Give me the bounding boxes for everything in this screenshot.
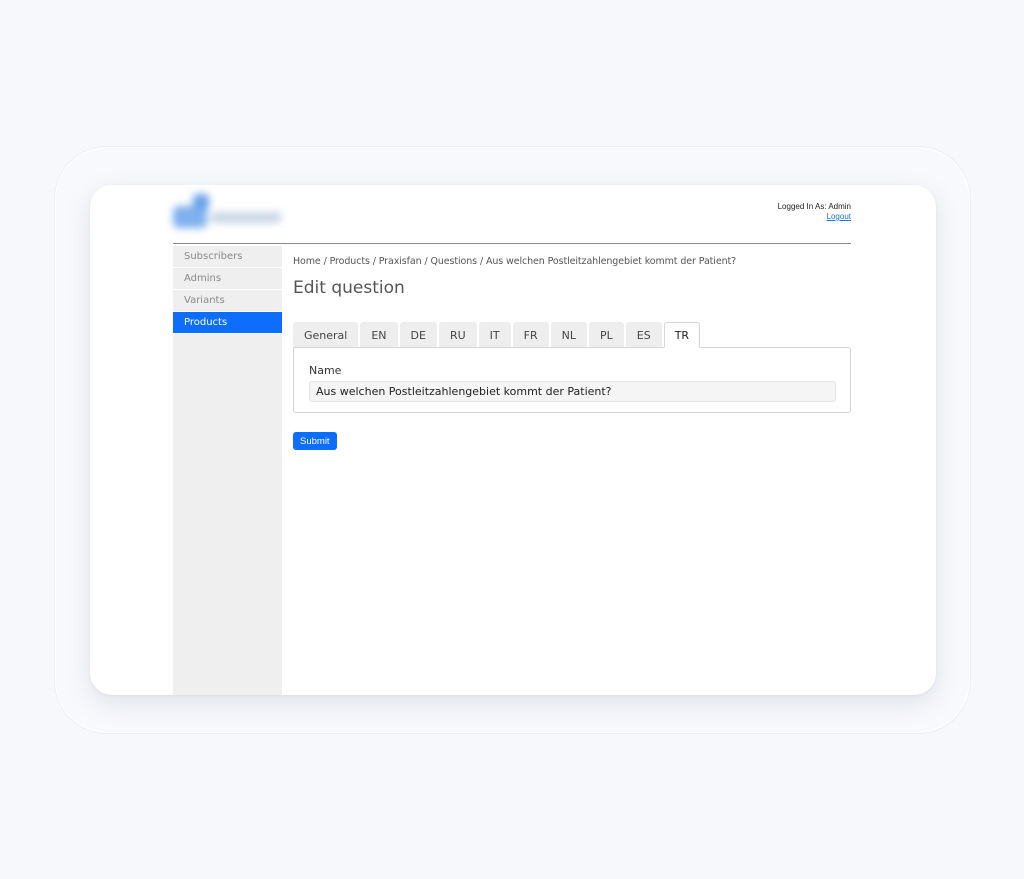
tab-de[interactable]: DE	[399, 322, 437, 347]
breadcrumb: Home / Products / Praxisfan / Questions …	[293, 256, 737, 267]
tab-pl[interactable]: PL	[588, 322, 624, 347]
tab-nl[interactable]: NL	[550, 322, 587, 347]
tab-en[interactable]: EN	[360, 322, 398, 347]
submit-button[interactable]: Submit	[293, 432, 337, 450]
user-box: Logged In As: Admin Logout	[778, 202, 851, 222]
language-tabs: General EN DE RU IT FR NL PL ES TR	[293, 322, 702, 348]
name-label: Name	[309, 364, 342, 377]
app-window: Logged In As: Admin Logout Subscribers A…	[90, 185, 936, 695]
tab-tr[interactable]: TR	[663, 322, 701, 348]
sidebar: Subscribers Admins Variants Products	[173, 246, 282, 695]
name-field[interactable]	[309, 381, 836, 402]
logout-link[interactable]: Logout	[827, 212, 851, 221]
sidebar-item-admins[interactable]: Admins	[173, 268, 282, 290]
sidebar-item-variants[interactable]: Variants	[173, 290, 282, 312]
tab-it[interactable]: IT	[478, 322, 511, 347]
app-logo	[173, 190, 283, 234]
tab-ru[interactable]: RU	[438, 322, 477, 347]
sidebar-item-subscribers[interactable]: Subscribers	[173, 246, 282, 268]
tab-es[interactable]: ES	[625, 322, 662, 347]
tab-panel-tr: Name	[293, 347, 851, 413]
tab-fr[interactable]: FR	[512, 322, 549, 347]
page-title: Edit question	[293, 278, 405, 298]
header-divider	[173, 243, 851, 244]
tab-general[interactable]: General	[293, 322, 359, 347]
main-content: Home / Products / Praxisfan / Questions …	[293, 246, 851, 450]
logged-in-text: Logged In As: Admin	[777, 202, 851, 211]
sidebar-item-products[interactable]: Products	[173, 312, 282, 334]
